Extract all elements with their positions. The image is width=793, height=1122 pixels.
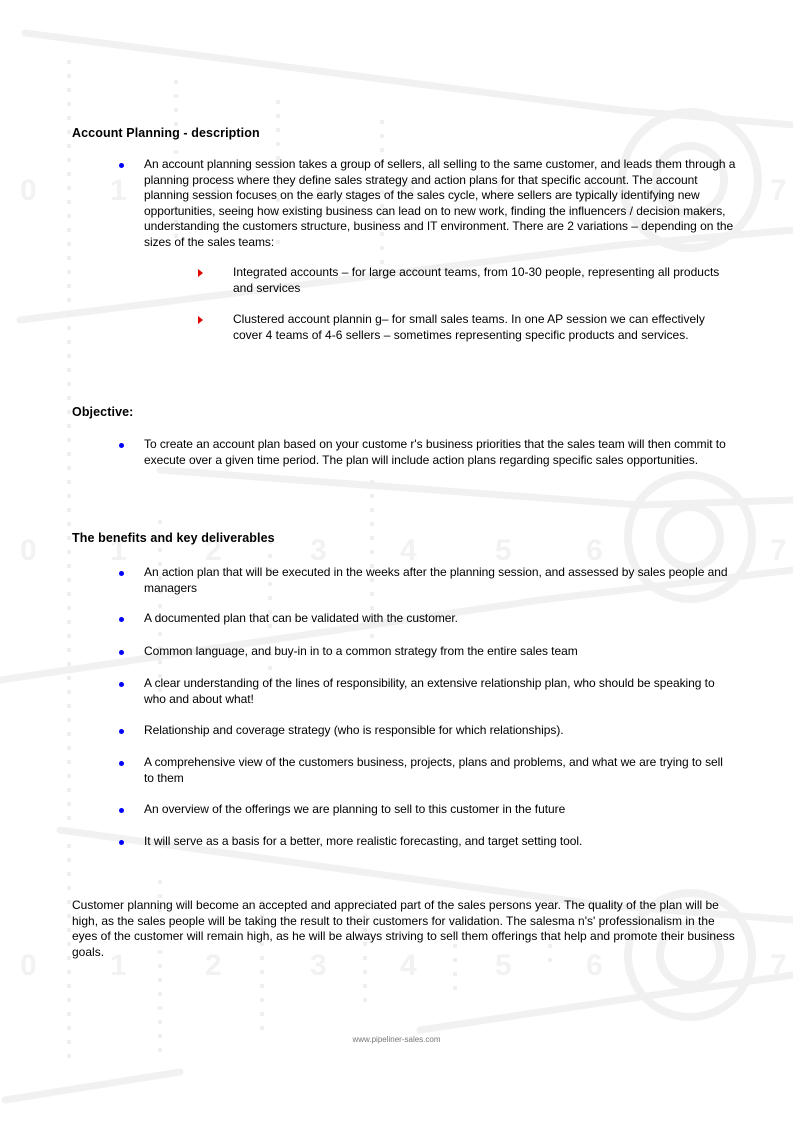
bullet-text: A comprehensive view of the customers bu…: [144, 755, 723, 785]
document-page: Account Planning - description An accoun…: [0, 0, 793, 1122]
list-item: An action plan that will be executed in …: [0, 565, 793, 596]
sub-bullet-text: Clustered account plannin g– for small s…: [233, 312, 705, 342]
closing-paragraph: Customer planning will become an accepte…: [72, 898, 735, 959]
section-heading-account-planning: Account Planning - description: [72, 126, 260, 140]
description-bullet-list: An account planning session takes a grou…: [0, 157, 793, 250]
section-heading-objective: Objective:: [72, 405, 134, 419]
benefits-bullet-list: Common language, and buy-in in to a comm…: [0, 644, 793, 660]
list-item: To create an account plan based on your …: [0, 437, 793, 468]
bullet-dot-icon: [119, 840, 124, 845]
list-item: It will serve as a basis for a better, m…: [0, 834, 793, 850]
bullet-text: A clear understanding of the lines of re…: [144, 676, 715, 706]
bullet-dot-icon: [119, 761, 124, 766]
bullet-dot-icon: [119, 650, 124, 655]
bullet-text: An overview of the offerings we are plan…: [144, 802, 566, 816]
benefits-bullet-list: A documented plan that can be validated …: [0, 611, 793, 627]
sub-bullet-text: Integrated accounts – for large account …: [233, 265, 720, 295]
bullet-text: An account planning session takes a grou…: [144, 157, 736, 249]
section-heading-benefits: The benefits and key deliverables: [72, 531, 275, 545]
bullet-dot-icon: [119, 571, 124, 576]
list-item: A documented plan that can be validated …: [0, 611, 793, 627]
variations-sub-list: Clustered account plannin g– for small s…: [0, 312, 793, 343]
list-item: Common language, and buy-in in to a comm…: [0, 644, 793, 660]
list-item: Relationship and coverage strategy (who …: [0, 723, 793, 739]
bullet-dot-icon: [119, 682, 124, 687]
bullet-dot-icon: [119, 617, 124, 622]
benefits-bullet-list: A comprehensive view of the customers bu…: [0, 755, 793, 786]
red-arrow-bullet-icon: [198, 316, 203, 324]
benefits-bullet-list: An action plan that will be executed in …: [0, 565, 793, 596]
benefits-bullet-list: Relationship and coverage strategy (who …: [0, 723, 793, 739]
bullet-text: To create an account plan based on your …: [144, 437, 726, 467]
bullet-dot-icon: [119, 729, 124, 734]
sub-list-item: Integrated accounts – for large account …: [0, 265, 793, 296]
bullet-text: Relationship and coverage strategy (who …: [144, 723, 564, 737]
list-item: An overview of the offerings we are plan…: [0, 802, 793, 818]
list-item: An account planning session takes a grou…: [0, 157, 793, 250]
list-item: A comprehensive view of the customers bu…: [0, 755, 793, 786]
bullet-text: An action plan that will be executed in …: [144, 565, 728, 595]
bullet-dot-icon: [119, 808, 124, 813]
bullet-text: A documented plan that can be validated …: [144, 611, 458, 625]
bullet-dot-icon: [119, 163, 124, 168]
bullet-dot-icon: [119, 443, 124, 448]
bullet-text: It will serve as a basis for a better, m…: [144, 834, 583, 848]
bullet-text: Common language, and buy-in in to a comm…: [144, 644, 578, 658]
benefits-bullet-list: A clear understanding of the lines of re…: [0, 676, 793, 707]
red-arrow-bullet-icon: [198, 269, 203, 277]
footer-website-link[interactable]: www.pipeliner-sales.com: [0, 1035, 793, 1044]
list-item: A clear understanding of the lines of re…: [0, 676, 793, 707]
objective-bullet-list: To create an account plan based on your …: [0, 437, 793, 468]
sub-list-item: Clustered account plannin g– for small s…: [0, 312, 793, 343]
variations-sub-list: Integrated accounts – for large account …: [0, 265, 793, 296]
benefits-bullet-list: An overview of the offerings we are plan…: [0, 802, 793, 818]
benefits-bullet-list: It will serve as a basis for a better, m…: [0, 834, 793, 850]
